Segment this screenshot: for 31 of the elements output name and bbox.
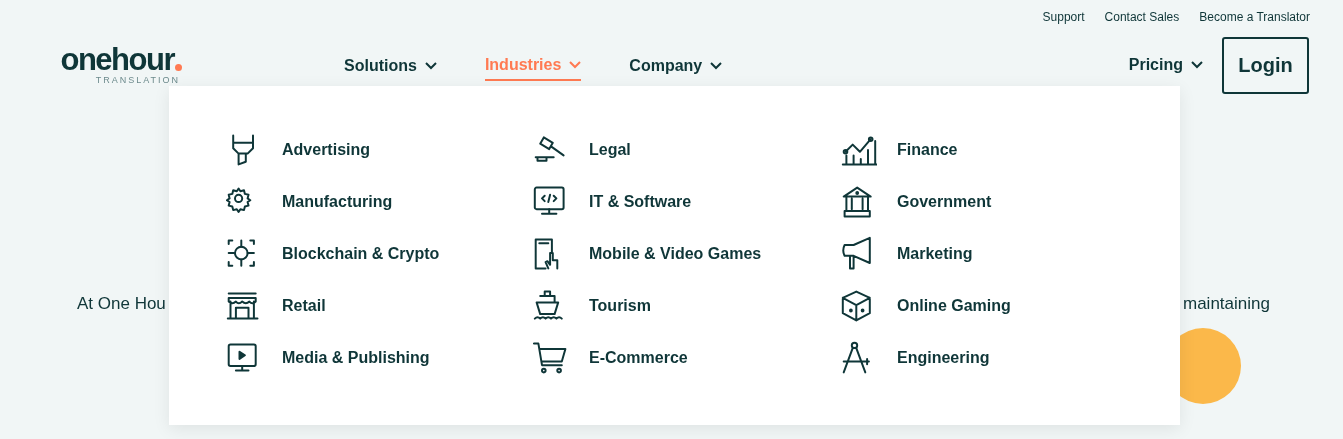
industry-link[interactable]: Finance	[841, 132, 1141, 168]
industry-link[interactable]: Legal	[533, 132, 841, 168]
login-button[interactable]: Login	[1222, 36, 1309, 94]
chevron-down-icon	[569, 61, 582, 69]
industry-link[interactable]: E-Commerce	[533, 340, 841, 376]
nav-menu[interactable]: Company	[629, 53, 723, 81]
chevron-down-icon	[1191, 61, 1203, 69]
top-link[interactable]: Contact Sales	[1104, 8, 1180, 26]
industry-link[interactable]: Blockchain & Crypto	[226, 236, 533, 272]
industry-link[interactable]: Advertising	[226, 132, 533, 168]
chevron-down-icon	[710, 62, 723, 70]
pricing-menu[interactable]: Pricing	[1128, 53, 1203, 77]
industry-link[interactable]: IT & Software	[533, 184, 841, 220]
industry-link[interactable]: Tourism	[533, 288, 841, 324]
logo-wordmark[interactable]: onehour	[60, 45, 174, 75]
body-text: maintaining	[1183, 293, 1270, 315]
industry-link[interactable]: Media & Publishing	[226, 340, 533, 376]
industry-link[interactable]: Retail	[226, 288, 533, 324]
top-link[interactable]: Become a Translator	[1199, 8, 1310, 26]
industry-link[interactable]: Online Gaming	[841, 288, 1141, 324]
industry-link[interactable]: Government	[841, 184, 1141, 220]
nav-menu[interactable]: Solutions	[344, 53, 437, 81]
industry-link[interactable]: Manufacturing	[226, 184, 533, 220]
shopping-cart-icon	[533, 340, 569, 376]
top-link[interactable]: Support	[1042, 8, 1085, 26]
industry-link[interactable]: Mobile & Video Games	[533, 236, 841, 272]
industry-link[interactable]: Marketing	[841, 236, 1141, 272]
industry-link[interactable]: Engineering	[841, 340, 1141, 376]
chevron-down-icon	[424, 62, 437, 70]
logo-tagline: TRANSLATION	[95, 75, 180, 85]
body-text: At One Hou	[77, 293, 166, 315]
